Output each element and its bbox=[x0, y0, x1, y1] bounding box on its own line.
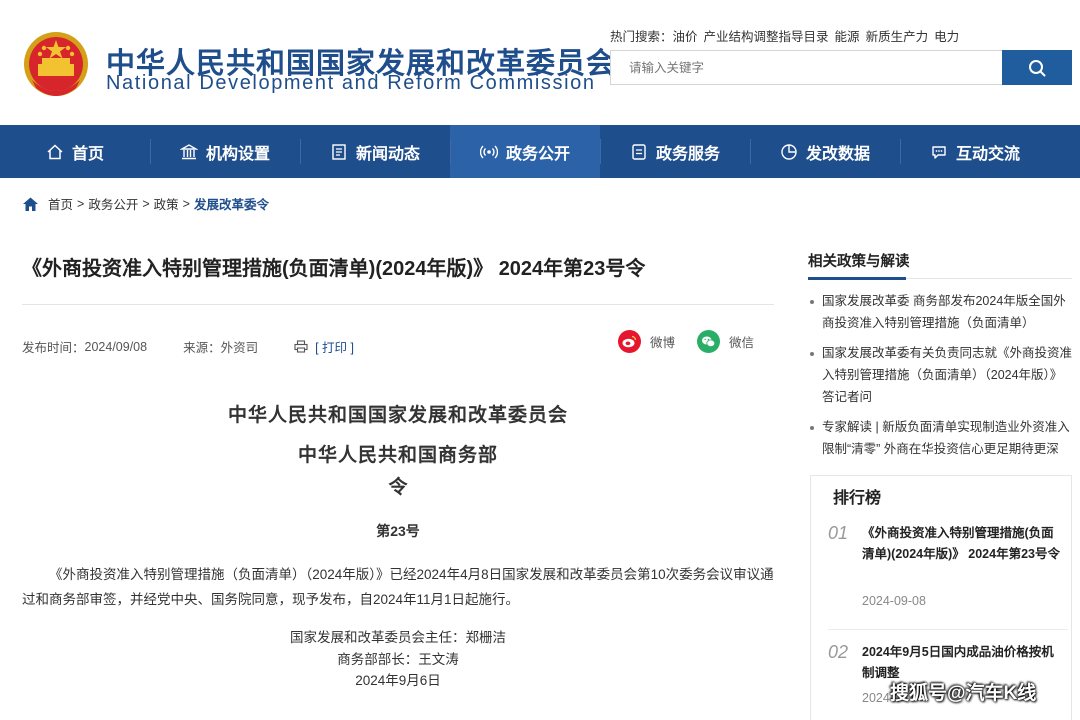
article-paragraph: 《外商投资准入特别管理措施（负面清单）（2024年版）》已经2024年4月8日国… bbox=[22, 567, 774, 607]
breadcrumb-separator: > bbox=[182, 196, 190, 211]
issuer-mofcom: 中华人民共和国商务部 bbox=[297, 445, 498, 466]
site-title-en[interactable]: National Development and Reform Commissi… bbox=[106, 72, 596, 95]
related-policy-link[interactable]: 专家解读 | 新版负面清单实现制造业外资准入限制“清零” 外商在华投资信心更足期… bbox=[808, 416, 1072, 460]
article-meta: 发布时间： 2024/09/08 来源： 外资司 [ 打印 ] bbox=[22, 337, 354, 356]
ranking-item-date: 2024-09-08 bbox=[862, 594, 926, 608]
hot-term[interactable]: 产业结构调整指导目录 bbox=[704, 30, 829, 44]
home-icon bbox=[23, 197, 38, 211]
wechat-icon bbox=[697, 330, 720, 353]
nav-label: 互动交流 bbox=[955, 145, 1020, 163]
nav-item-news[interactable]: 新闻动态 bbox=[300, 125, 450, 178]
building-icon bbox=[179, 143, 198, 161]
breadcrumb-item[interactable]: 政策 bbox=[154, 194, 179, 213]
hot-search: 热门搜索：油价 产业结构调整指导目录 能源 新质生产力 电力 bbox=[610, 26, 965, 45]
issuer-ndrc: 中华人民共和国国家发展和改革委员会 bbox=[227, 405, 568, 426]
breadcrumb-item[interactable]: 首页 bbox=[48, 194, 73, 213]
breadcrumb-current[interactable]: 发展改革委令 bbox=[194, 194, 269, 213]
signature-ndrc: 国家发展和改革委员会主任：郑栅洁 bbox=[290, 630, 506, 645]
nav-label: 机构设置 bbox=[205, 145, 270, 163]
document-icon bbox=[630, 143, 648, 161]
hot-term[interactable]: 油价 bbox=[673, 30, 698, 44]
search-input[interactable] bbox=[611, 51, 1002, 84]
publish-date: 2024/09/08 bbox=[84, 339, 148, 354]
ranking-number: 01 bbox=[828, 523, 849, 543]
breadcrumb: 首页 > 政务公开 > 政策 > 发展改革委令 bbox=[22, 194, 269, 213]
search-button[interactable] bbox=[1002, 50, 1072, 85]
ranking-title: 排行榜 bbox=[833, 490, 882, 507]
share-wechat-button[interactable]: 微信 bbox=[697, 330, 754, 353]
related-policy-link[interactable]: 国家发展改革委 商务部发布2024年版全国外商投资准入特别管理措施（负面清单） bbox=[808, 290, 1072, 334]
nav-item-home[interactable]: 首页 bbox=[0, 125, 150, 178]
order-number: 第23号 bbox=[376, 523, 420, 539]
share-weibo-label: 微博 bbox=[650, 336, 676, 350]
pie-chart-icon bbox=[780, 143, 798, 161]
nav-item-data[interactable]: 发改数据 bbox=[750, 125, 900, 178]
hot-term[interactable]: 能源 bbox=[835, 30, 860, 44]
related-policies-list: 国家发展改革委 商务部发布2024年版全国外商投资准入特别管理措施（负面清单） … bbox=[808, 290, 1072, 468]
signature-mofcom: 商务部部长：王文涛 bbox=[337, 652, 459, 667]
broadcast-icon bbox=[479, 143, 498, 161]
hot-term[interactable]: 电力 bbox=[934, 30, 959, 44]
ranking-divider bbox=[828, 629, 1068, 630]
related-policy-link[interactable]: 国家发展改革委有关负责同志就《外商投资准入特别管理措施（负面清单）（2024年版… bbox=[808, 342, 1072, 408]
ranking-item-title[interactable]: 《外商投资准入特别管理措施(负面清单)(2024年版)》 2024年第23号令 bbox=[862, 523, 1062, 565]
print-button[interactable]: [ 打印 ] bbox=[294, 337, 354, 356]
share-wechat-label: 微信 bbox=[729, 336, 755, 350]
signature-date: 2024年9月6日 bbox=[355, 673, 441, 688]
ranking-number: 02 bbox=[828, 642, 849, 662]
chat-icon bbox=[930, 143, 948, 161]
printer-icon bbox=[294, 340, 308, 353]
nav-item-interaction[interactable]: 互动交流 bbox=[900, 125, 1050, 178]
nav-label: 新闻动态 bbox=[355, 145, 420, 163]
source-label: 来源： bbox=[183, 341, 221, 355]
home-icon bbox=[46, 143, 64, 161]
site-header: 中华人民共和国国家发展和改革委员会 National Development a… bbox=[0, 0, 1080, 125]
publish-label: 发布时间： bbox=[22, 341, 85, 355]
news-icon bbox=[330, 143, 348, 161]
nav-item-services[interactable]: 政务服务 bbox=[600, 125, 750, 178]
search-icon bbox=[1029, 59, 1046, 76]
source-value: 外资司 bbox=[220, 341, 259, 355]
related-title-underline bbox=[808, 277, 1072, 280]
search-box bbox=[610, 50, 1002, 85]
nav-label: 政务服务 bbox=[655, 145, 720, 163]
breadcrumb-separator: > bbox=[77, 196, 85, 211]
hot-search-label: 热门搜索： bbox=[610, 30, 673, 44]
title-divider bbox=[22, 304, 774, 305]
print-label: [ 打印 ] bbox=[315, 341, 355, 355]
nav-item-organization[interactable]: 机构设置 bbox=[150, 125, 300, 178]
article-title: 《外商投资准入特别管理措施(负面清单)(2024年版)》 2024年第23号令 bbox=[22, 258, 646, 280]
nav-label: 首页 bbox=[71, 145, 104, 163]
related-policies-title: 相关政策与解读 bbox=[808, 254, 910, 270]
nav-item-government-affairs[interactable]: 政务公开 bbox=[450, 125, 600, 178]
weibo-icon bbox=[618, 330, 641, 353]
breadcrumb-item[interactable]: 政务公开 bbox=[88, 194, 138, 213]
national-emblem-icon[interactable] bbox=[22, 30, 90, 102]
watermark: 搜狐号@汽车K线 bbox=[890, 683, 1037, 704]
share-weibo-button[interactable]: 微博 bbox=[618, 330, 675, 353]
main-nav: 首页 机构设置 新闻动态 政务公开 政务服务 发改数据 互动交流 bbox=[0, 125, 1080, 178]
hot-term[interactable]: 新质生产力 bbox=[866, 30, 929, 44]
order-heading: 令 bbox=[388, 477, 408, 498]
nav-label: 发改数据 bbox=[805, 145, 870, 163]
nav-label: 政务公开 bbox=[505, 145, 570, 163]
breadcrumb-separator: > bbox=[142, 196, 150, 211]
